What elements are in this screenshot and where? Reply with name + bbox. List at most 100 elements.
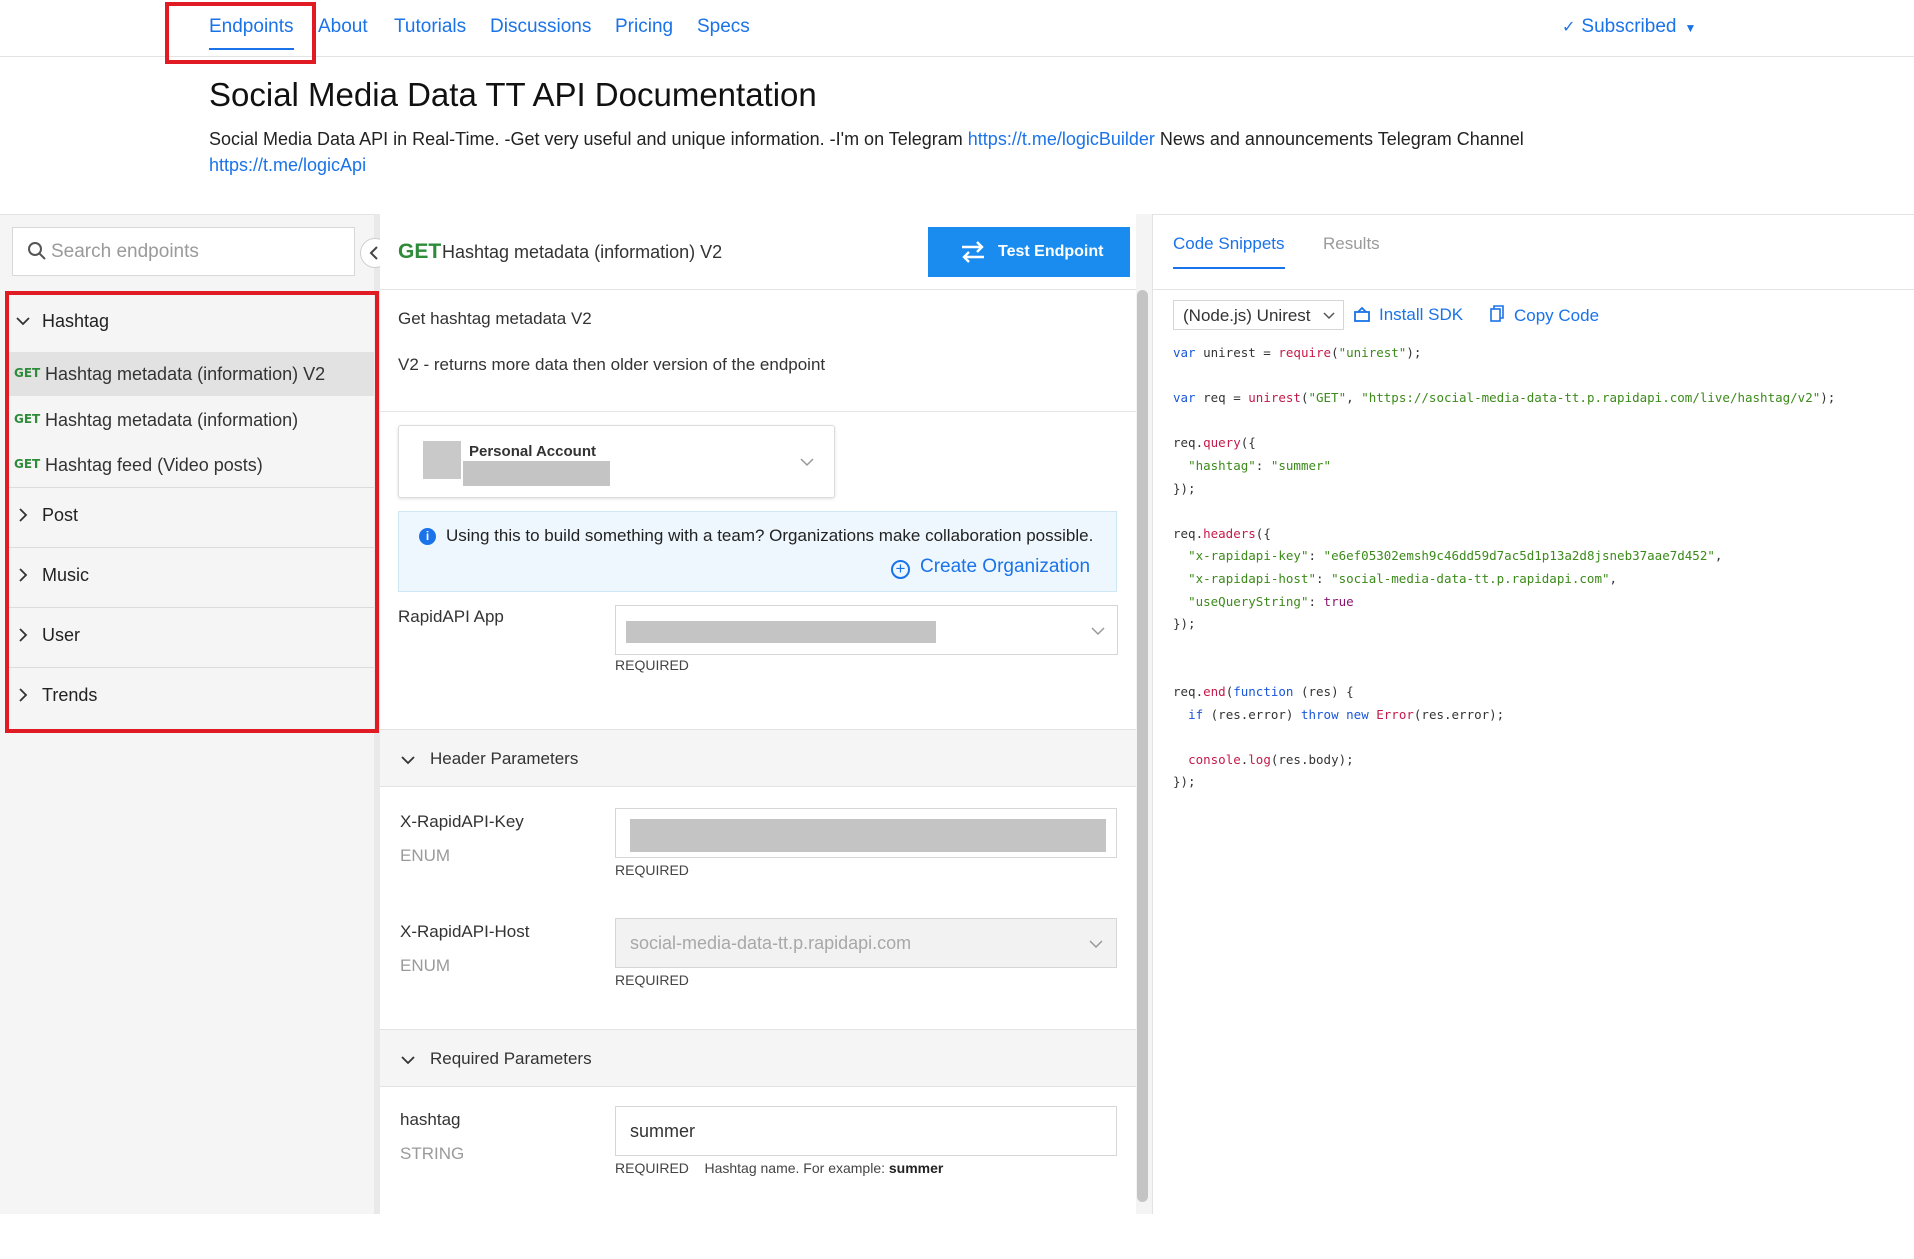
host-value: social-media-data-tt.p.rapidapi.com <box>630 933 912 953</box>
telegram-link[interactable]: https://t.me/logicBuilder <box>968 129 1155 149</box>
required-label: REQUIRED <box>615 972 689 988</box>
hashtag-param-type: STRING <box>400 1144 465 1163</box>
rapidapi-host-type: ENUM <box>400 956 451 975</box>
group-header-post[interactable]: Post <box>8 488 374 546</box>
header-parameters-section[interactable]: Header Parameters <box>380 729 1136 787</box>
code-line: "hashtag": "summer" <box>1188 457 1332 473</box>
rapidapi-key-type: ENUM <box>400 846 451 865</box>
create-organization-label: Create Organization <box>920 556 1091 577</box>
tab-endpoints[interactable]: Endpoints <box>209 16 294 50</box>
code-line: }); <box>1173 616 1196 632</box>
sidebar-group-post: Post <box>8 488 374 548</box>
chevron-right-icon <box>19 568 28 582</box>
tab-code-snippets[interactable]: Code Snippets <box>1173 234 1285 269</box>
tab-discussions[interactable]: Discussions <box>490 16 591 38</box>
group-header-user[interactable]: User <box>8 608 374 666</box>
tab-results[interactable]: Results <box>1323 234 1380 254</box>
required-label: REQUIRED <box>615 862 689 878</box>
group-label: Music <box>42 565 90 585</box>
rapidapi-host-label: X-RapidAPI-Host <box>400 922 530 941</box>
language-select[interactable]: (Node.js) Unirest <box>1173 300 1344 330</box>
section-label: Header Parameters <box>430 749 579 768</box>
hashtag-input[interactable] <box>615 1106 1117 1156</box>
endpoint-item[interactable]: GET Hashtag metadata (information) <box>8 398 374 442</box>
code-line: "useQueryString": true <box>1188 593 1354 609</box>
group-header-trends[interactable]: Trends <box>8 668 374 726</box>
endpoint-item[interactable]: GET Hashtag metadata (information) V2 <box>8 352 374 396</box>
endpoint-name: Hashtag metadata (information) <box>45 410 299 430</box>
code-line: }); <box>1173 774 1196 790</box>
group-label: User <box>42 625 81 645</box>
chevron-down-icon <box>1091 627 1105 636</box>
copy-code-link[interactable]: Copy Code <box>1490 305 1599 326</box>
code-line: req.headers({ <box>1173 525 1271 541</box>
chevron-right-icon <box>19 508 28 522</box>
org-message: Using this to build something with a tea… <box>446 526 1094 545</box>
subscribed-label: Subscribed <box>1581 16 1677 37</box>
search-input[interactable] <box>51 228 351 275</box>
rapidapi-key-label: X-RapidAPI-Key <box>400 812 524 831</box>
sidebar-group-trends: Trends <box>8 668 374 726</box>
endpoint-description-detail: V2 - returns more data then older versio… <box>398 355 826 374</box>
search-box[interactable] <box>12 227 355 276</box>
test-endpoint-label: Test Endpoint <box>998 243 1104 260</box>
package-icon <box>1354 306 1370 322</box>
chevron-down-icon <box>16 317 30 326</box>
required-parameters-section[interactable]: Required Parameters <box>380 1029 1136 1087</box>
chevron-down-icon <box>1323 312 1335 320</box>
description-text: Social Media Data API in Real-Time. -Get… <box>209 129 968 149</box>
copy-icon <box>1490 305 1504 322</box>
account-selector[interactable]: Personal Account <box>398 425 835 498</box>
code-line: }); <box>1173 480 1196 496</box>
language-label: (Node.js) Unirest <box>1183 306 1311 325</box>
method-badge: GET <box>14 457 41 471</box>
endpoint-method: GET <box>398 240 442 263</box>
organization-banner: i Using this to build something with a t… <box>398 511 1117 592</box>
rapidapi-key-field[interactable] <box>615 808 1117 858</box>
top-nav: Endpoints About Tutorials Discussions Pr… <box>0 0 1914 57</box>
group-label: Trends <box>42 685 98 705</box>
endpoint-item[interactable]: GET Hashtag feed (Video posts) <box>8 443 374 487</box>
api-description: Social Media Data API in Real-Time. -Get… <box>209 126 1629 178</box>
subscribed-dropdown[interactable]: ✓ Subscribed ▼ <box>1562 16 1696 38</box>
search-icon <box>28 242 46 260</box>
divider <box>380 411 1136 412</box>
code-line: var req = unirest("GET", "https://social… <box>1173 390 1836 406</box>
redacted-app-name <box>626 621 936 643</box>
rapidapi-app-label: RapidAPI App <box>398 607 504 626</box>
rapidapi-app-select[interactable] <box>615 605 1118 655</box>
endpoint-name: Hashtag feed (Video posts) <box>45 455 263 475</box>
tab-divider <box>1152 289 1914 290</box>
required-label: REQUIRED <box>615 1160 689 1176</box>
chevron-down-icon <box>401 756 415 765</box>
rapidapi-host-select[interactable]: social-media-data-tt.p.rapidapi.com <box>615 918 1117 968</box>
sidebar-group-hashtag: Hashtag GET Hashtag metadata (informatio… <box>8 294 374 488</box>
section-label: Required Parameters <box>430 1049 592 1068</box>
tab-tutorials[interactable]: Tutorials <box>394 16 466 38</box>
endpoint-name: Hashtag metadata (information) V2 <box>45 364 326 384</box>
code-line: req.end(function (res) { <box>1173 683 1354 699</box>
code-snippet[interactable]: var unirest = require("unirest"); var re… <box>1173 342 1835 794</box>
required-label: REQUIRED <box>615 657 689 673</box>
tab-about[interactable]: About <box>318 16 368 38</box>
method-badge: GET <box>14 412 41 426</box>
hashtag-param-hint: REQUIRED Hashtag name. For example: summ… <box>615 1160 943 1176</box>
caret-down-icon: ▼ <box>1684 21 1697 35</box>
install-sdk-link[interactable]: Install SDK <box>1353 305 1463 325</box>
tab-pricing[interactable]: Pricing <box>615 16 673 38</box>
tab-specs[interactable]: Specs <box>697 16 750 38</box>
scrollbar[interactable] <box>1137 290 1148 1202</box>
create-organization-link[interactable]: + Create Organization <box>891 556 1090 579</box>
group-header-music[interactable]: Music <box>8 548 374 606</box>
group-header-hashtag[interactable]: Hashtag <box>8 294 374 352</box>
code-line: "x-rapidapi-key": "e6ef05302emsh9c46dd59… <box>1188 548 1723 564</box>
telegram-channel-link[interactable]: https://t.me/logicApi <box>209 155 366 175</box>
endpoint-description: Get hashtag metadata V2 <box>398 309 592 328</box>
endpoint-title: Hashtag metadata (information) V2 <box>442 242 723 262</box>
test-endpoint-button[interactable]: Test Endpoint <box>928 227 1130 277</box>
